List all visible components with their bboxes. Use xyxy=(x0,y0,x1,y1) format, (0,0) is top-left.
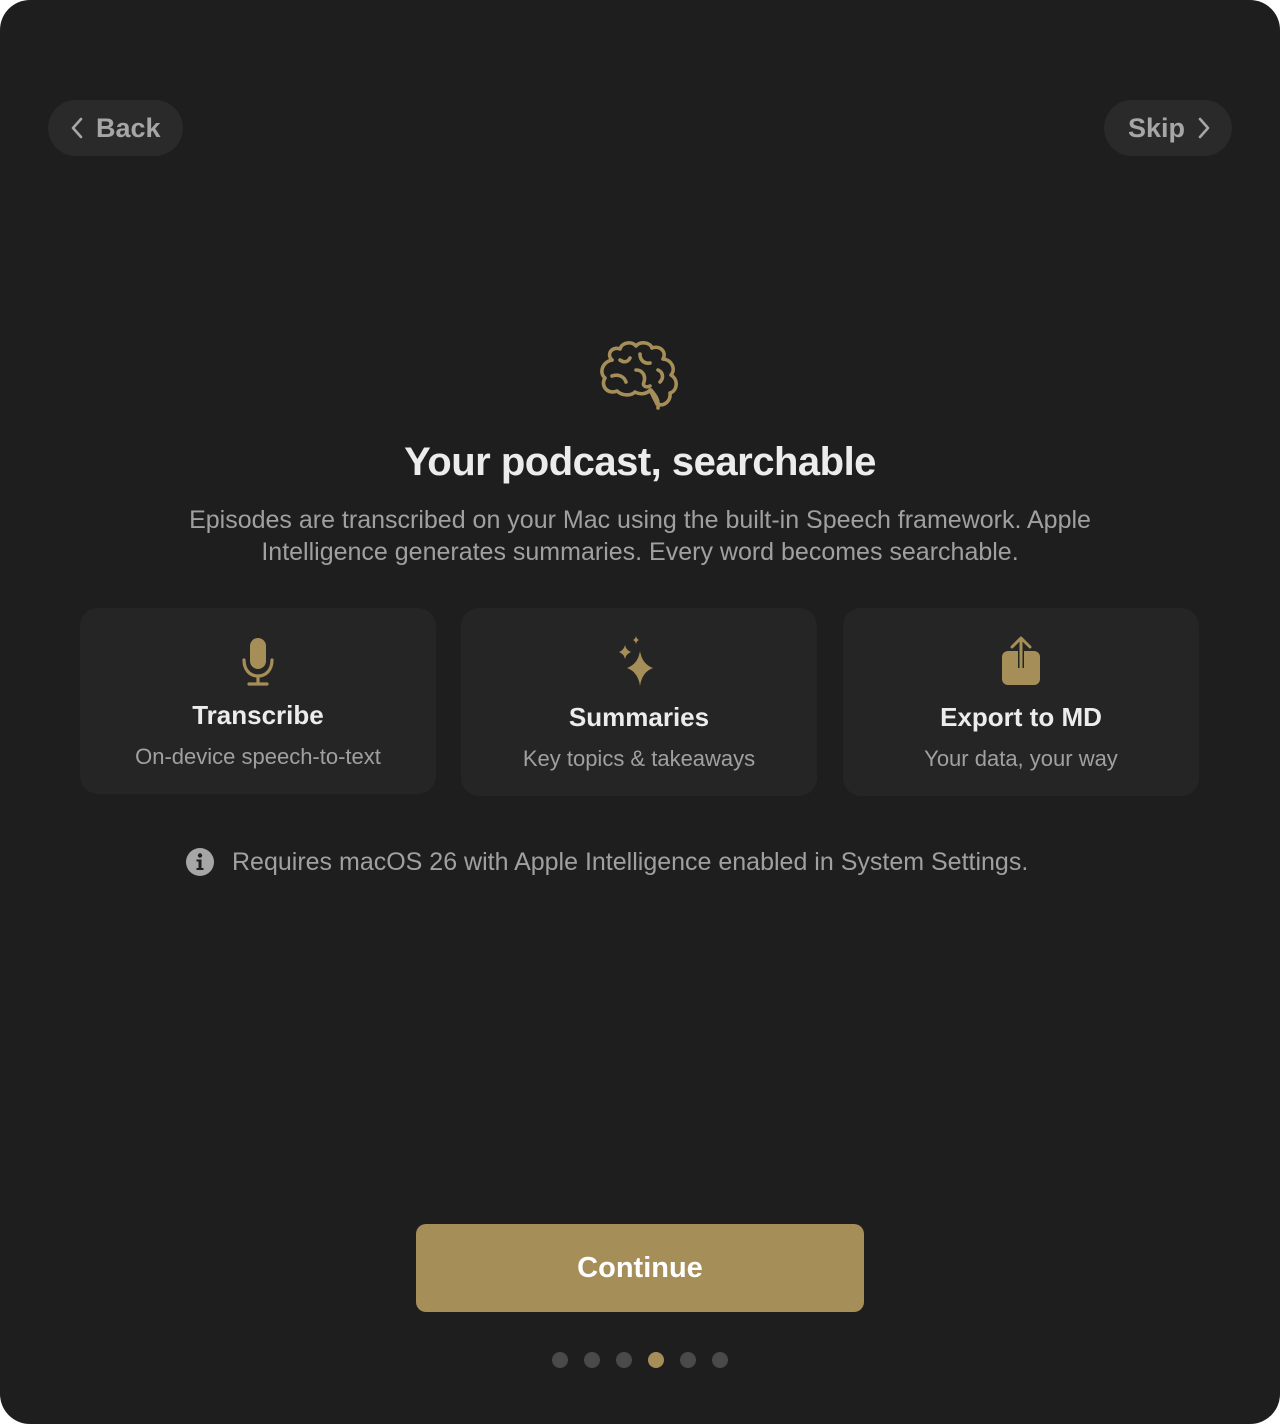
info-icon xyxy=(186,848,214,876)
page-dot-active[interactable] xyxy=(648,1352,664,1368)
continue-button[interactable]: Continue xyxy=(416,1224,864,1312)
page-dot[interactable] xyxy=(552,1352,568,1368)
page-title: Your podcast, searchable xyxy=(404,440,876,484)
page-subtitle: Episodes are transcribed on your Mac usi… xyxy=(189,506,1091,566)
onboarding-window: Back Skip Your podcast, searchable Episo… xyxy=(0,0,1280,1424)
feature-card-summaries: Summaries Key topics & takeaways xyxy=(461,608,817,796)
microphone-icon xyxy=(242,638,274,686)
feature-card-export: Export to MD Your data, your way xyxy=(843,608,1199,796)
chevron-left-icon xyxy=(71,117,83,139)
brain-icon xyxy=(600,341,678,410)
skip-button[interactable]: Skip xyxy=(1104,100,1232,156)
feature-description: On-device speech-to-text xyxy=(135,744,381,769)
feature-description: Your data, your way xyxy=(924,746,1118,771)
page-dot[interactable] xyxy=(680,1352,696,1368)
back-label: Back xyxy=(96,112,161,143)
page-dot[interactable] xyxy=(712,1352,728,1368)
page-indicator xyxy=(552,1352,744,1368)
feature-card-transcribe: Transcribe On-device speech-to-text xyxy=(80,608,436,794)
chevron-right-icon xyxy=(1198,117,1210,139)
skip-label: Skip xyxy=(1128,112,1186,143)
page-dot[interactable] xyxy=(584,1352,600,1368)
requirements-text: Requires macOS 26 with Apple Intelligenc… xyxy=(232,847,1029,876)
feature-description: Key topics & takeaways xyxy=(522,746,756,771)
share-icon xyxy=(1002,636,1040,685)
page-dot[interactable] xyxy=(616,1352,632,1368)
sparkles-icon xyxy=(619,636,653,686)
requirements-note: Requires macOS 26 with Apple Intelligenc… xyxy=(186,844,1028,880)
back-button[interactable]: Back xyxy=(48,100,183,156)
feature-title: Export to MD xyxy=(940,702,1102,732)
feature-title: Transcribe xyxy=(192,700,324,730)
feature-title: Summaries xyxy=(568,702,710,732)
